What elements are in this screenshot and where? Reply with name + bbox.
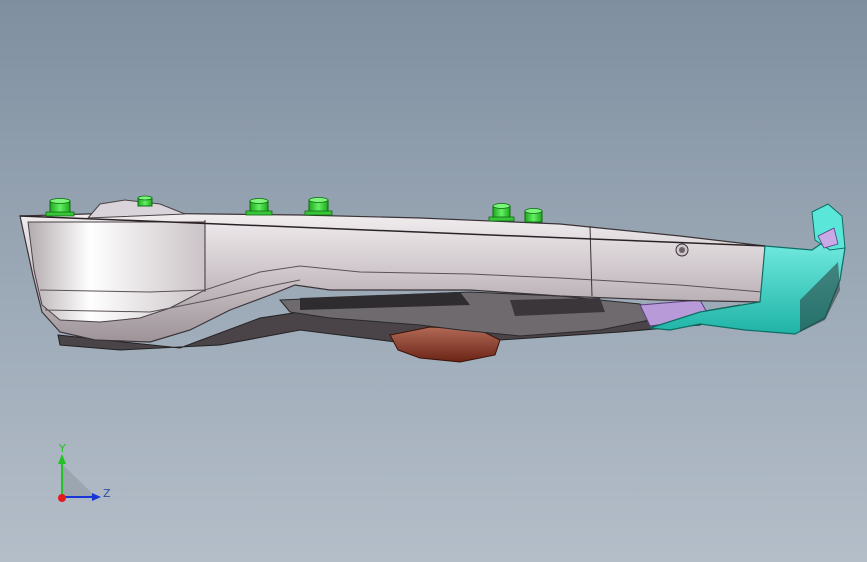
- boss-4[interactable]: [304, 197, 333, 216]
- x-axis-origin: [58, 494, 66, 502]
- z-axis-label: Z: [103, 487, 111, 500]
- orientation-triad: [58, 454, 101, 502]
- z-axis-arrow: [92, 493, 101, 501]
- boss-3[interactable]: [245, 198, 273, 216]
- y-axis-label: Y: [59, 442, 66, 455]
- y-axis-arrow: [58, 454, 66, 464]
- triad-plane: [62, 464, 96, 497]
- screw-hole-inner: [679, 247, 685, 253]
- boss-5[interactable]: [488, 203, 515, 222]
- boss-6[interactable]: [524, 208, 543, 223]
- graphics-viewport[interactable]: Y Z: [0, 0, 867, 562]
- boss-1[interactable]: [45, 198, 75, 217]
- boss-2[interactable]: [137, 195, 153, 207]
- 3d-model[interactable]: [0, 0, 867, 562]
